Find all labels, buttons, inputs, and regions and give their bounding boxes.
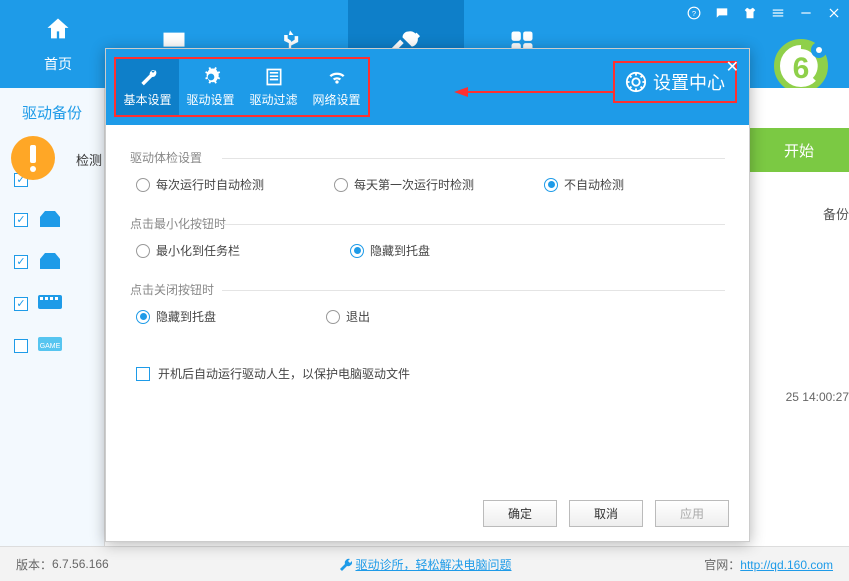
apply-button[interactable]: 应用	[655, 500, 729, 527]
tab-driver-settings[interactable]: 驱动设置	[179, 59, 242, 115]
checkbox[interactable]	[14, 213, 28, 227]
keyboard-icon	[38, 295, 62, 313]
version-label: 版本：	[16, 556, 52, 573]
group-title: 驱动体检设置	[130, 149, 725, 166]
autorun-checkbox[interactable]	[136, 367, 150, 381]
group-title: 点击最小化按钮时	[130, 215, 725, 232]
dialog-tabs-highlight: 基本设置 驱动设置 驱动过滤 网络设置	[114, 57, 370, 117]
checkbox[interactable]	[14, 339, 28, 353]
site-link[interactable]: http://qd.160.com	[740, 558, 833, 572]
skin-icon[interactable]	[743, 6, 757, 23]
tab-home-label: 首页	[44, 54, 72, 74]
detect-label: 检测	[76, 150, 102, 169]
settings-dialog: 基本设置 驱动设置 驱动过滤 网络设置 设置中心 ✕ 驱动体检设置 每次运行时自…	[105, 48, 750, 542]
game-icon: GAME	[38, 337, 62, 355]
sidebar-item[interactable]	[14, 295, 90, 313]
tab-basic-settings[interactable]: 基本设置	[116, 59, 179, 115]
tab-driver-filter[interactable]: 驱动过滤	[242, 59, 305, 115]
radio-detect-every-run[interactable]: 每次运行时自动检测	[136, 176, 264, 193]
radio-min-taskbar[interactable]: 最小化到任务栏	[136, 242, 240, 259]
group-title: 点击关闭按钮时	[130, 281, 725, 298]
radio-detect-daily[interactable]: 每天第一次运行时检测	[334, 176, 474, 193]
timestamp: 25 14:00:27	[786, 390, 849, 404]
tab-home[interactable]: 首页	[0, 0, 116, 88]
warning-icon	[10, 135, 56, 181]
close-icon[interactable]	[827, 6, 841, 23]
svg-text:?: ?	[692, 9, 696, 18]
sidebar-item[interactable]: GAME	[14, 337, 90, 355]
feedback-icon[interactable]	[715, 6, 729, 23]
dialog-title-highlight: 设置中心	[613, 61, 737, 103]
start-button[interactable]: 开始	[749, 128, 849, 172]
autorun-label: 开机后自动运行驱动人生，以保护电脑驱动文件	[158, 365, 410, 382]
radio-close-exit[interactable]: 退出	[326, 308, 370, 325]
disk-icon	[38, 253, 62, 271]
dialog-title: 设置中心	[653, 69, 725, 95]
footer-center-link[interactable]: 驱动诊所，轻松解决电脑问题	[337, 556, 511, 573]
wrench-icon	[337, 557, 351, 571]
radio-min-tray[interactable]: 隐藏到托盘	[350, 242, 430, 259]
checkbox[interactable]	[14, 255, 28, 269]
ok-button[interactable]: 确定	[483, 500, 557, 527]
help-icon[interactable]: ?	[687, 6, 701, 23]
minimize-icon[interactable]	[799, 6, 813, 23]
home-icon	[44, 15, 72, 48]
sidebar-item[interactable]	[14, 211, 90, 229]
version-value: 6.7.56.166	[52, 557, 109, 571]
gear-icon	[625, 71, 647, 93]
disk-icon	[38, 211, 62, 229]
menu-icon[interactable]	[771, 6, 785, 23]
sidebar-title: 驱动备份	[0, 88, 104, 133]
sidebar-item[interactable]	[14, 253, 90, 271]
tab-network-settings[interactable]: 网络设置	[305, 59, 368, 115]
cancel-button[interactable]: 取消	[569, 500, 643, 527]
checkbox[interactable]	[14, 297, 28, 311]
backup-text: 备份	[823, 204, 849, 223]
app-logo: 6	[771, 36, 831, 96]
radio-close-tray[interactable]: 隐藏到托盘	[136, 308, 216, 325]
svg-text:6: 6	[793, 52, 810, 85]
radio-no-detect[interactable]: 不自动检测	[544, 176, 624, 193]
site-label: 官网：	[704, 558, 740, 572]
svg-text:GAME: GAME	[40, 343, 61, 350]
annotation-arrow	[454, 85, 614, 99]
dialog-close-icon[interactable]: ✕	[726, 57, 739, 77]
